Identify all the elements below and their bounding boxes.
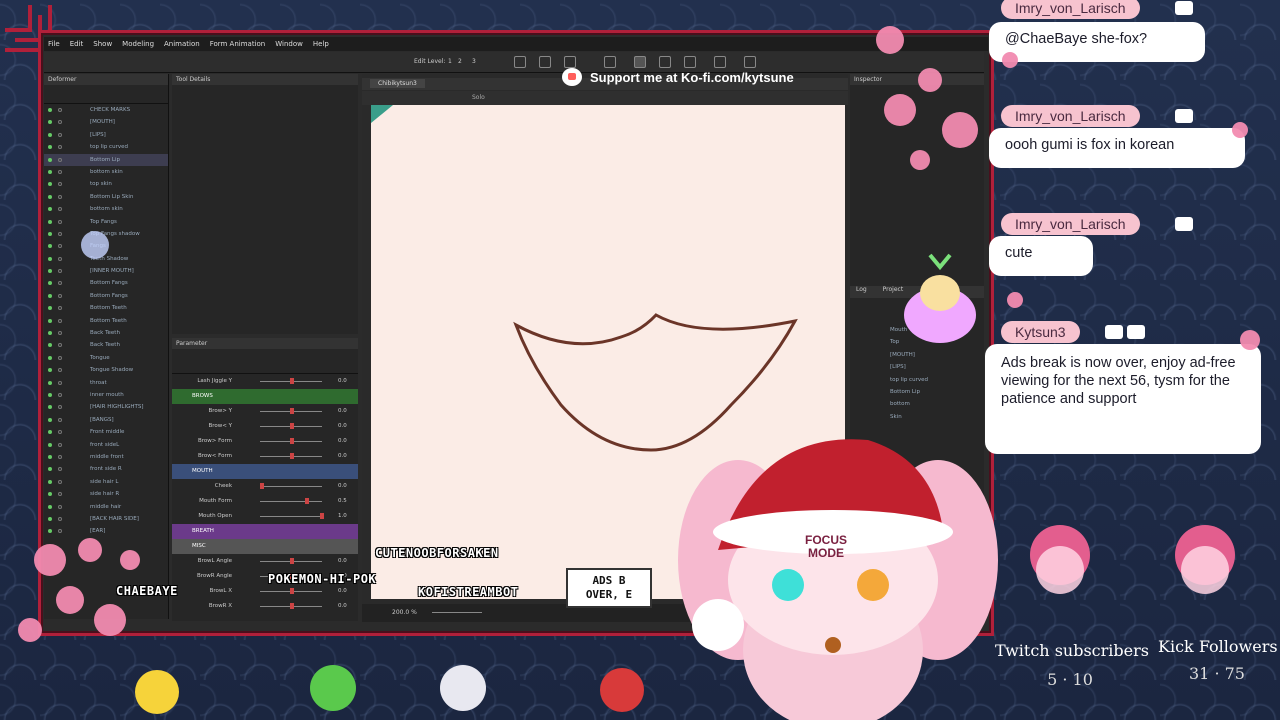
twitch-stats: Twitch subscribers 5 · 10 bbox=[995, 641, 1149, 689]
kirby-sprite-white bbox=[440, 665, 486, 711]
kirby-sprite-red bbox=[600, 668, 644, 712]
twitch-value: 5 · 10 bbox=[1047, 670, 1093, 689]
kick-label: Kick Followers bbox=[1158, 637, 1278, 656]
ornament-sticker bbox=[904, 253, 976, 343]
kirby-sprite-green bbox=[310, 665, 356, 711]
kirby-sprite-yellow bbox=[135, 670, 179, 714]
twitch-label: Twitch subscribers bbox=[995, 641, 1149, 660]
kick-value: 31 · 75 bbox=[1189, 664, 1245, 683]
kick-stats: Kick Followers 31 · 75 bbox=[1158, 637, 1278, 683]
vtuber-mascot bbox=[678, 439, 998, 720]
focus-mode-sign: FOCUS MODE bbox=[805, 533, 847, 560]
cherry-blossom-decorations bbox=[18, 26, 1260, 642]
